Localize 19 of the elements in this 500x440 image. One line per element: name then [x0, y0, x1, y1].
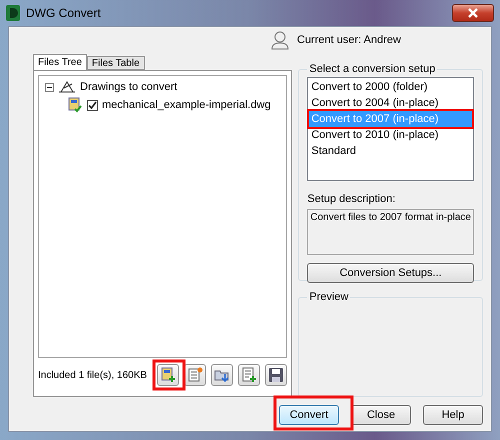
dialog-button[interactable]: Convert	[279, 405, 339, 425]
setup-description-field: Convert files to 2007 format in-place	[307, 209, 474, 255]
conversion-setups-button[interactable]: Conversion Setups...	[307, 263, 474, 283]
dialog-button[interactable]: Close	[351, 405, 411, 425]
status-text: Included 1 file(s), 160KB	[38, 370, 148, 380]
window-title: DWG Convert	[26, 6, 102, 20]
group-title: Select a conversion setup	[308, 63, 436, 75]
tab[interactable]: Files Table	[86, 56, 145, 70]
setup-list-item[interactable]: Convert to 2010 (in-place)	[309, 127, 472, 143]
tree-node-label[interactable]: Drawings to convert	[80, 81, 178, 93]
tree-node-label[interactable]: mechanical_example-imperial.dwg	[102, 99, 271, 111]
dialog-button[interactable]: Help	[423, 405, 483, 425]
setup-list-item[interactable]: Convert to 2000 (folder)	[309, 79, 472, 95]
current-user-label: Current user: Andrew	[297, 34, 401, 46]
setup-description-label: Setup description:	[307, 193, 396, 205]
setup-list-item[interactable]: Convert to 2004 (in-place)	[309, 95, 472, 111]
tab[interactable]: Files Tree	[33, 54, 87, 70]
setup-list-item[interactable]: Standard	[309, 143, 472, 159]
group-title: Preview	[308, 291, 350, 303]
